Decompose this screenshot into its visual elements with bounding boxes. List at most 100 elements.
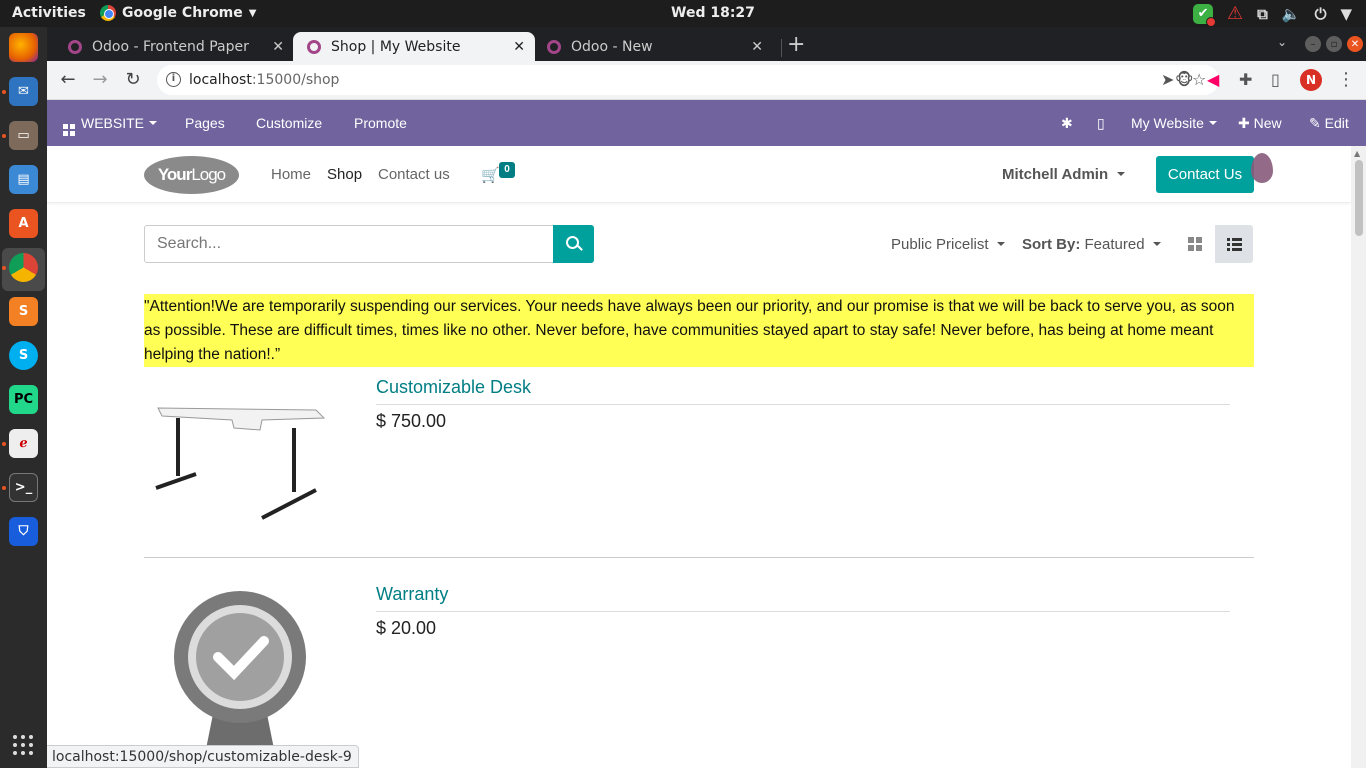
network-icon[interactable]: ⧉ [1257, 5, 1268, 23]
document-icon[interactable]: ▤ [9, 165, 38, 194]
pages-menu[interactable]: Pages [185, 115, 225, 131]
mobile-preview-icon[interactable]: ▯ [1097, 115, 1105, 132]
odoo-favicon-icon [68, 39, 82, 54]
tab-strip: Odoo - Frontend Paper ✕ Shop | My Websit… [47, 27, 1366, 61]
system-top-bar: Activities Google Chrome ▼ Wed 18:27 ✔ ⚠… [0, 0, 1366, 27]
side-panel-icon[interactable]: ▯ [1271, 70, 1280, 89]
edit-button[interactable]: ✎ Edit [1309, 115, 1349, 132]
new-button[interactable]: ✚ New [1238, 115, 1282, 132]
chrome-icon [100, 5, 116, 21]
product-search-input[interactable]: Search... [144, 225, 554, 263]
tab-odoo-frontend-paper[interactable]: Odoo - Frontend Paper ✕ [54, 32, 294, 61]
shopping-cart-icon[interactable]: 🛒 [481, 166, 500, 184]
caret-down-icon [1117, 172, 1126, 176]
sort-value: Featured [1084, 236, 1145, 253]
product-divider [376, 404, 1230, 405]
browser-toolbar: ← → ↻ i localhost:15000/shop ➤ ☆ 🐵 ◀ ✚ ▯… [47, 61, 1366, 100]
skype-icon[interactable]: S [9, 341, 38, 370]
show-apps-icon[interactable] [13, 735, 33, 755]
nav-home[interactable]: Home [271, 166, 311, 183]
app-menu[interactable]: Google Chrome ▼ [100, 5, 256, 21]
close-icon[interactable]: ✕ [272, 39, 284, 55]
send-tab-icon[interactable]: ➤ [1161, 70, 1174, 89]
tab-odoo-new[interactable]: Odoo - New ✕ [533, 32, 773, 61]
warning-icon[interactable]: ⚠ [1227, 3, 1243, 24]
volume-icon[interactable]: 🔈 [1282, 5, 1301, 23]
maximize-icon[interactable]: ▫ [1326, 36, 1342, 52]
product-name-link[interactable]: Warranty [376, 584, 448, 605]
back-arrow-icon[interactable]: ← [56, 68, 80, 92]
sublime-text-icon[interactable]: S [9, 297, 38, 326]
drop-shape-icon [1251, 153, 1273, 183]
url-host: localhost [189, 72, 252, 88]
update-check-icon[interactable]: ✔ [1193, 3, 1217, 27]
site-logo[interactable]: YourLogo [144, 156, 239, 194]
product-name-link[interactable]: Customizable Desk [376, 377, 531, 398]
pdf-viewer-icon[interactable]: ℯ [9, 429, 38, 458]
profile-avatar[interactable]: N [1300, 69, 1322, 91]
more-menu-icon[interactable]: ⋮ [1337, 69, 1355, 90]
software-center-icon[interactable]: A [9, 209, 38, 238]
bitwarden-icon[interactable]: ⛉ [9, 517, 38, 546]
url-text[interactable]: localhost:15000/shop [189, 72, 339, 88]
url-path: :15000/shop [251, 72, 340, 88]
reload-icon[interactable]: ↻ [121, 68, 145, 92]
running-indicator [2, 442, 6, 446]
grid-view-icon [1188, 237, 1202, 251]
scroll-up-arrow-icon[interactable]: ▲ [1354, 149, 1360, 158]
address-bar[interactable]: i localhost:15000/shop ➤ ☆ [157, 65, 1219, 95]
product-price: $ 750.00 [376, 411, 447, 431]
nav-contact-us[interactable]: Contact us [378, 166, 450, 183]
site-info-icon[interactable]: i [166, 72, 181, 87]
tab-separator [781, 39, 782, 57]
bookmark-star-icon[interactable]: ☆ [1192, 70, 1206, 89]
search-button[interactable] [553, 225, 594, 263]
chrome-dock-icon[interactable] [9, 253, 38, 282]
minimize-icon[interactable]: – [1305, 36, 1321, 52]
cart-count-badge[interactable]: 0 [499, 162, 515, 178]
customize-menu[interactable]: Customize [256, 115, 322, 131]
odoo-website-bar: WEBSITE Pages Customize Promote ✱ ▯ My W… [47, 100, 1366, 146]
my-website-label: My Website [1131, 115, 1204, 131]
monkey-extension-icon[interactable]: 🐵 [1175, 70, 1194, 89]
warranty-badge-image[interactable] [144, 589, 336, 768]
terminal-icon[interactable]: >_ [9, 473, 38, 502]
nav-shop[interactable]: Shop [327, 166, 362, 183]
firefox-icon[interactable] [9, 33, 38, 62]
promote-menu[interactable]: Promote [354, 115, 407, 131]
debug-bug-icon[interactable]: ✱ [1061, 115, 1073, 132]
scrollbar-thumb[interactable] [1355, 160, 1363, 236]
pycharm-icon[interactable]: PC [9, 385, 38, 414]
running-indicator [2, 90, 6, 94]
extension-icon[interactable]: ◀ [1207, 70, 1219, 89]
grid-view-button[interactable] [1176, 225, 1214, 263]
system-tray[interactable]: ✔ ⚠ ⧉ 🔈 ⏻ ▼ [1193, 3, 1352, 27]
close-icon[interactable]: ✕ [513, 39, 525, 55]
activities-button[interactable]: Activities [12, 5, 86, 21]
close-icon[interactable]: ✕ [751, 39, 763, 55]
customizable-desk-image[interactable] [144, 392, 336, 532]
caret-down-icon [1208, 121, 1217, 125]
contact-us-button[interactable]: Contact Us [1156, 156, 1254, 193]
window-close-icon[interactable]: ✕ [1347, 36, 1363, 52]
files-icon[interactable]: ▭ [9, 121, 38, 150]
page-scrollbar[interactable]: ▲ [1351, 146, 1366, 768]
thunderbird-icon[interactable]: ✉ [9, 77, 38, 106]
tab-shop-my-website[interactable]: Shop | My Website ✕ [293, 32, 535, 61]
row-divider [144, 557, 1254, 558]
website-menu[interactable]: WEBSITE [63, 115, 158, 136]
forward-arrow-icon[interactable]: → [88, 68, 112, 92]
list-view-button[interactable] [1215, 225, 1253, 263]
clock[interactable]: Wed 18:27 [671, 5, 755, 21]
my-website-switcher[interactable]: My Website [1131, 115, 1217, 131]
power-icon[interactable]: ⏻ [1315, 5, 1327, 23]
new-tab-plus-icon[interactable]: + [787, 32, 805, 57]
caret-down-icon [1152, 242, 1161, 246]
pricelist-dropdown[interactable]: Public Pricelist [891, 236, 1005, 253]
user-menu[interactable]: Mitchell Admin [1002, 166, 1126, 183]
sort-dropdown[interactable]: Sort By: Featured [1022, 236, 1161, 253]
logo-bold-text: Your [157, 165, 192, 184]
tray-menu-chevron-icon[interactable]: ▼ [1340, 5, 1352, 23]
puzzle-extensions-icon[interactable]: ✚ [1239, 70, 1252, 89]
tab-search-chevron-icon[interactable]: ⌄ [1277, 35, 1287, 49]
